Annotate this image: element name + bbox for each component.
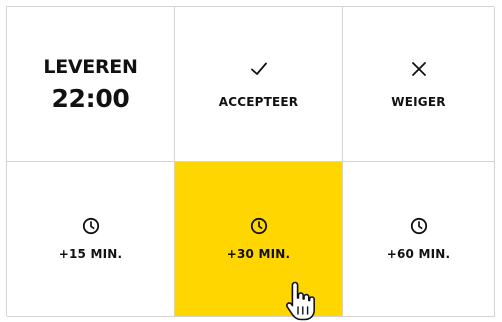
check-icon <box>250 62 267 75</box>
clock-icon <box>82 217 99 235</box>
delay-15-label: +15 MIN. <box>58 247 123 261</box>
reject-button[interactable]: WEIGER <box>343 7 495 162</box>
delay-60-label: +60 MIN. <box>386 247 451 261</box>
accept-button[interactable]: ACCEPTEER <box>175 7 343 162</box>
delay-60-button[interactable]: +60 MIN. <box>343 162 495 317</box>
hand-pointer-cursor <box>285 281 315 321</box>
accept-label: ACCEPTEER <box>218 94 299 109</box>
delivery-label: LEVEREN <box>43 55 138 78</box>
clock-icon <box>410 217 427 235</box>
clock-icon <box>250 217 267 235</box>
order-action-grid: LEVEREN 22:00 ACCEPTEER WEIGER +15 MIN. … <box>6 6 495 317</box>
delay-15-button[interactable]: +15 MIN. <box>7 162 175 317</box>
close-icon <box>411 61 426 76</box>
delivery-time: 22:00 <box>51 83 130 113</box>
delay-30-label: +30 MIN. <box>226 247 291 261</box>
reject-label: WEIGER <box>391 94 446 109</box>
delivery-time-cell: LEVEREN 22:00 <box>7 7 175 162</box>
